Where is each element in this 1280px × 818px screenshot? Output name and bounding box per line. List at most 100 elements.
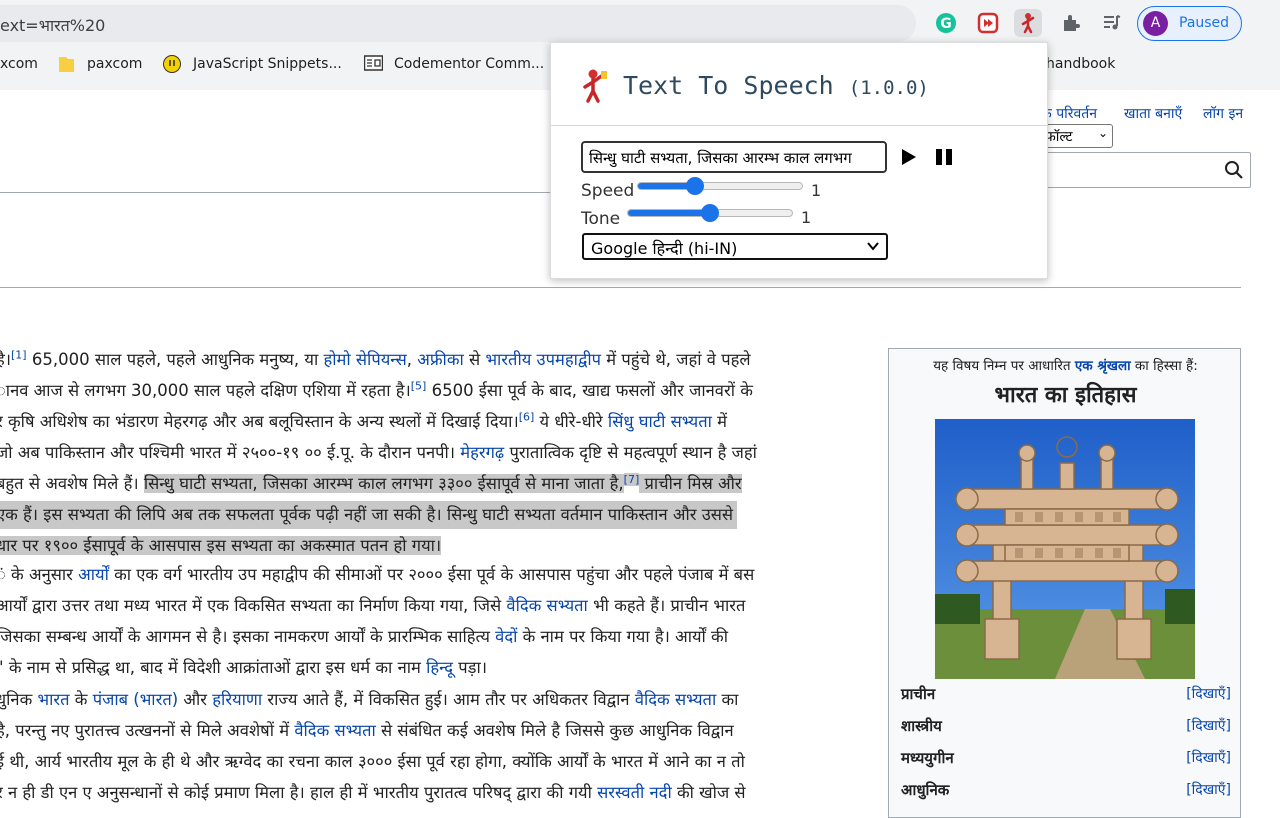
- article-link[interactable]: पंजाब (भारत): [93, 690, 178, 709]
- article-text: बहुत से अवशेष मिले हैं।: [0, 474, 144, 493]
- article-text: की खोज से: [671, 783, 746, 802]
- address-bar[interactable]: ext=भारत%20: [0, 5, 916, 42]
- infobox-title: भारत का इतिहास: [994, 383, 1137, 408]
- infobox-intro-text: यह विषय निम्न पर आधारित: [933, 358, 1075, 374]
- citation-link[interactable]: [5]: [411, 380, 427, 393]
- show-link[interactable]: [दिखाएँ]: [1186, 748, 1231, 767]
- citation-link[interactable]: [6]: [519, 411, 535, 424]
- article-text: ं के अनुसार: [0, 565, 79, 584]
- article-link[interactable]: सरस्वती नदी: [597, 783, 672, 802]
- article-link[interactable]: हिन्दू: [426, 658, 453, 677]
- article-text: में: [711, 412, 727, 431]
- article-line: है।[1] 65,000 साल पहले, पहले आधुनिक मनुष…: [0, 346, 751, 374]
- article-text: का: [716, 690, 739, 709]
- speed-slider-track[interactable]: [637, 182, 803, 190]
- sanchi-gateway-image[interactable]: [935, 419, 1195, 679]
- article-link[interactable]: हरियाणा: [212, 690, 262, 709]
- article-line: जिसका सम्बन्ध आर्यों के आगमन से है। इसका…: [0, 623, 728, 651]
- series-link[interactable]: एक श्रृंखला: [1075, 358, 1131, 374]
- profile-button[interactable]: A Paused: [1137, 6, 1242, 41]
- voice-select[interactable]: Google हिन्दी (hi-IN): [582, 233, 888, 260]
- tone-label: Tone: [581, 209, 621, 229]
- play-button[interactable]: [900, 148, 918, 170]
- avatar: A: [1143, 11, 1168, 36]
- show-link[interactable]: [दिखाएँ]: [1186, 780, 1231, 799]
- bookmark-paxcom[interactable]: paxcom: [87, 56, 142, 72]
- grammarly-extension-icon[interactable]: G: [932, 9, 960, 37]
- infobox-row-modern: आधुनिक [दिखाएँ]: [901, 780, 1231, 804]
- article-link[interactable]: वैदिक सभ्यता: [506, 596, 587, 615]
- media-control-icon[interactable]: [1098, 9, 1126, 37]
- text-to-speech-popup: Text To Speech (1.0.0) सिन्धु घाटी सभ्यत…: [550, 42, 1049, 279]
- speed-label: Speed: [581, 181, 635, 201]
- bookmark-xcom[interactable]: xcom: [0, 56, 38, 72]
- bookmark-codementor[interactable]: Codementor Comm...: [394, 56, 544, 72]
- text-to-speech-extension-icon[interactable]: [1014, 9, 1042, 37]
- speech-text-input[interactable]: सिन्धु घाटी सभ्यता, जिसका आरम्भ काल लगभग: [581, 141, 887, 173]
- title-divider: [0, 287, 1241, 288]
- article-link[interactable]: वैदिक सभ्यता: [294, 721, 375, 740]
- speed-slider-thumb[interactable]: [686, 177, 705, 195]
- article-text: धुनिक: [0, 690, 38, 709]
- article-link[interactable]: वैदिक सभ्यता: [635, 690, 716, 709]
- article-link[interactable]: अफ्रीका: [417, 350, 464, 369]
- article-line: बहुत से अवशेष मिले हैं। सिन्धु घाटी सभ्य…: [0, 470, 742, 498]
- header-divider: [0, 192, 560, 193]
- article-link[interactable]: भारत: [38, 690, 70, 709]
- article-text: प्राचीन मिस्र और: [639, 474, 742, 493]
- infobox-intro-suffix: का हिस्सा हैं:: [1130, 358, 1198, 374]
- article-text: सिन्धु घाटी सभ्यता, जिसका आरम्भ काल लगभग…: [143, 474, 624, 493]
- tone-slider-thumb[interactable]: [701, 204, 719, 222]
- article-text: 6500 ईसा पूर्व के बाद, खाद्य फसलों और जा…: [426, 381, 753, 400]
- article-link[interactable]: भारतीय उपमहाद्वीप: [485, 350, 601, 369]
- language-variant-select[interactable]: फ़ॉल्ट ⌄: [1040, 124, 1113, 148]
- article-link[interactable]: आर्यों: [78, 565, 109, 584]
- infobox-row-label: शास्त्रीय: [901, 717, 942, 735]
- search-icon[interactable]: [1224, 160, 1244, 184]
- speaker-figure-icon: [581, 69, 611, 107]
- article-link[interactable]: वेदों: [495, 627, 517, 646]
- variant-select-value: फ़ॉल्ट: [1045, 129, 1073, 145]
- article-text: ई थी, आर्य भारतीय मूल के ही थे और ऋग्वेद…: [0, 752, 745, 771]
- article-line: र कृषि अधिशेष का भंडारण मेहरगढ़ और अब बल…: [0, 408, 727, 436]
- login-link[interactable]: लॉग इन: [1203, 104, 1243, 123]
- article-text: 65,000 साल पहले, पहले आधुनिक मनुष्य, या: [26, 350, 324, 369]
- tone-slider-fill: [628, 210, 711, 216]
- article-text: धार पर १९०० ईसापूर्व के आसपास इस सभ्यता …: [0, 536, 442, 555]
- article-text: पड़ा।: [453, 658, 488, 677]
- extensions-puzzle-icon[interactable]: [1057, 9, 1085, 37]
- article-link[interactable]: मेहरगढ़: [460, 443, 504, 462]
- create-account-link[interactable]: खाता बनाएँ: [1124, 104, 1182, 123]
- popup-title: Text To Speech (1.0.0): [623, 71, 929, 100]
- article-text: के नाम पर किया गया है। आर्यों की: [517, 627, 728, 646]
- article-text: का एक वर्ग भारतीय उप महाद्वीप की सीमाओं …: [108, 565, 755, 584]
- show-link[interactable]: [दिखाएँ]: [1186, 716, 1231, 735]
- article-text: भी कहते हैं। प्राचीन भारत: [587, 596, 746, 615]
- article-line: जो अब पाकिस्तान और पश्चिमी भारत में २५००…: [0, 439, 757, 467]
- article-link[interactable]: होमो सेपियन्स: [323, 350, 406, 369]
- article-line: धार पर १९०० ईसापूर्व के आसपास इस सभ्यता …: [0, 532, 442, 560]
- bookmark-handbook[interactable]: handbook: [1046, 56, 1115, 72]
- infobox: यह विषय निम्न पर आधारित एक श्रृंखला का ह…: [888, 348, 1241, 818]
- article-line: धुनिक भारत के पंजाब (भारत) और हरियाणा रा…: [0, 686, 738, 714]
- wiki-link-changes[interactable]: क परिवर्तन: [1041, 104, 1097, 123]
- article-text: एक हैं। इस सभ्यता की लिपि अब तक सफलता पू…: [0, 505, 734, 524]
- speed-value: 1: [811, 181, 822, 200]
- bookmark-javascript-snippets[interactable]: JavaScript Snippets...: [193, 56, 342, 72]
- article-text: " के नाम से प्रसिद्ध था, बाद में विदेशी …: [0, 658, 427, 677]
- profile-status: Paused: [1179, 15, 1230, 31]
- infobox-row-label: आधुनिक: [901, 781, 950, 799]
- citation-link[interactable]: [1]: [11, 349, 27, 362]
- infobox-row-medieval: मध्ययुगीन [दिखाएँ]: [901, 748, 1231, 772]
- article-text: में पहुंचे थे, जहां वे पहले: [601, 350, 751, 369]
- article-link[interactable]: सिंधु घाटी सभ्यता: [608, 412, 712, 431]
- article-line: ानव आज से लगभग 30,000 साल पहले दक्षिण एश…: [0, 377, 753, 405]
- show-link[interactable]: [दिखाएँ]: [1186, 684, 1231, 703]
- folder-icon: [58, 55, 75, 73]
- citation-link[interactable]: [7]: [623, 472, 640, 486]
- video-speed-extension-icon[interactable]: [974, 9, 1002, 37]
- article-text: है।: [0, 350, 12, 369]
- article-text: ये धीरे-धीरे: [534, 412, 608, 431]
- voice-select-value: Google हिन्दी (hi-IN): [591, 239, 738, 258]
- pause-button[interactable]: [935, 148, 953, 170]
